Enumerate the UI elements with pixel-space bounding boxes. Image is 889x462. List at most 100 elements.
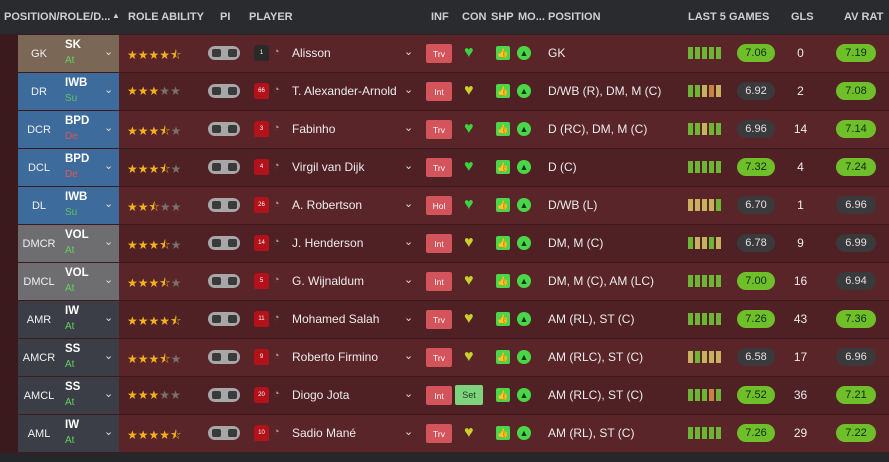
col-avrat[interactable]: AV RAT: [844, 11, 883, 23]
form-rating: 7.32: [737, 158, 775, 176]
star-icon: ⯪: [159, 162, 171, 176]
player-name[interactable]: G. Wijnaldum: [292, 274, 364, 288]
position-cell[interactable]: AMCL SS At ⌄: [18, 377, 119, 414]
player-instructions-toggle[interactable]: [208, 350, 240, 364]
player-instructions-toggle[interactable]: [208, 388, 240, 402]
triangle-up-icon[interactable]: ▲: [112, 11, 120, 20]
morale-up-icon: ▲: [517, 388, 531, 402]
game-rating-bar: [702, 161, 707, 173]
game-rating-bar: [716, 389, 721, 401]
col-inf[interactable]: INF: [431, 11, 449, 23]
average-rating: 6.96: [836, 348, 876, 366]
chevron-down-icon[interactable]: ⌄: [104, 83, 113, 96]
player-instructions-toggle[interactable]: [208, 160, 240, 174]
player-name[interactable]: T. Alexander-Arnold: [292, 84, 397, 98]
player-instructions-toggle[interactable]: [208, 84, 240, 98]
col-position[interactable]: POSITION/ROLE/D...: [4, 11, 110, 23]
position-cell[interactable]: AML IW At ⌄: [18, 415, 119, 452]
player-instructions-toggle[interactable]: [208, 274, 240, 288]
table-row[interactable]: AMR IW At ⌄ ★★★★⯪ 11 ◔ Mohamed Salah ⌄ Trv ♥ 👍 ▲ AM (…: [0, 301, 889, 339]
col-pi[interactable]: PI: [220, 11, 230, 23]
position-cell[interactable]: DL IWB Su ⌄: [18, 187, 119, 224]
player-name[interactable]: J. Henderson: [292, 236, 363, 250]
player-instructions-toggle[interactable]: [208, 236, 240, 250]
chevron-down-icon[interactable]: ⌄: [404, 235, 413, 248]
morale-up-icon: ▲: [517, 236, 531, 250]
col-con[interactable]: CON: [462, 11, 486, 23]
col-last5[interactable]: LAST 5 GAMES: [688, 11, 769, 23]
shirt-icon: 66: [254, 83, 269, 99]
chevron-down-icon[interactable]: ⌄: [404, 83, 413, 96]
chevron-down-icon[interactable]: ⌄: [104, 273, 113, 286]
position-cell[interactable]: DMCR VOL At ⌄: [18, 225, 119, 262]
chevron-down-icon[interactable]: ⌄: [104, 425, 113, 438]
player-name[interactable]: Mohamed Salah: [292, 312, 379, 326]
position-cell[interactable]: AMCR SS At ⌄: [18, 339, 119, 376]
player-name[interactable]: Fabinho: [292, 122, 335, 136]
col-shp[interactable]: SHP: [491, 11, 514, 23]
col-gls[interactable]: GLS: [791, 11, 814, 23]
table-row[interactable]: DL IWB Su ⌄ ★★⯪★★ 26 ◔ A. Robertson ⌄ Hol ♥ 👍 ▲ D/WB …: [0, 187, 889, 225]
position-cell[interactable]: DCL BPD De ⌄: [18, 149, 119, 186]
chevron-down-icon[interactable]: ⌄: [104, 197, 113, 210]
player-name[interactable]: Alisson: [292, 46, 331, 60]
position-cell[interactable]: GK SK At ⌄: [18, 35, 119, 72]
table-row[interactable]: DR IWB Su ⌄ ★★★★★ 66 ◔ T. Alexander-Arnold ⌄ Int ♥…: [0, 73, 889, 111]
col-role-ability[interactable]: ROLE ABILITY: [128, 11, 204, 23]
table-row[interactable]: DCR BPD De ⌄ ★★★⯪★ 3 ◔ Fabinho ⌄ Trv ♥ 👍 ▲ D (RC), DM…: [0, 111, 889, 149]
player-name[interactable]: Virgil van Dijk: [292, 160, 364, 174]
chevron-down-icon[interactable]: ⌄: [104, 349, 113, 362]
chevron-down-icon[interactable]: ⌄: [104, 159, 113, 172]
average-rating: 7.08: [836, 82, 876, 100]
table-row[interactable]: AMCR SS At ⌄ ★★★⯪★ 9 ◔ Roberto Firmino ⌄ Trv ♥ 👍 ▲ AM…: [0, 339, 889, 377]
last5-games-bars: [688, 237, 721, 249]
person-icon: ◔: [273, 160, 280, 172]
player-instructions-toggle[interactable]: [208, 122, 240, 136]
person-icon: ◔: [273, 274, 280, 286]
game-rating-bar: [702, 85, 707, 97]
player-name[interactable]: Roberto Firmino: [292, 350, 378, 364]
table-row[interactable]: DMCL VOL At ⌄ ★★★⯪★ 5 ◔ G. Wijnaldum ⌄ Int ♥ 👍 ▲ DM, …: [0, 263, 889, 301]
table-row[interactable]: AMCL SS At ⌄ ★★★★★ 20 ◔ Diogo Jota ⌄ Int Set 👍 ▲ AM (…: [0, 377, 889, 415]
position-cell[interactable]: DR IWB Su ⌄: [18, 73, 119, 110]
player-name[interactable]: Sadio Mané: [292, 426, 356, 440]
position-cell[interactable]: DCR BPD De ⌄: [18, 111, 119, 148]
scrollbar[interactable]: [0, 453, 889, 462]
col-mo[interactable]: MO...: [518, 11, 545, 23]
chevron-down-icon[interactable]: ⌄: [104, 45, 113, 58]
form-rating: 6.70: [737, 196, 775, 214]
player-instructions-toggle[interactable]: [208, 312, 240, 326]
position-label: AML: [27, 427, 51, 440]
chevron-down-icon[interactable]: ⌄: [404, 197, 413, 210]
table-row[interactable]: AML IW At ⌄ ★★★★⯪ 10 ◔ Sadio Mané ⌄ Trv ♥ 👍 ▲ AM (RL)…: [0, 415, 889, 453]
col-position-detail[interactable]: POSITION: [548, 11, 601, 23]
chevron-down-icon[interactable]: ⌄: [404, 273, 413, 286]
chevron-down-icon[interactable]: ⌄: [104, 311, 113, 324]
info-badge: Trv: [426, 310, 452, 329]
table-row[interactable]: GK SK At ⌄ ★★★★⯪ 1 ◔ Alisson ⌄ Trv ♥ 👍 ▲ GK 7.06 0 7.19: [0, 35, 889, 73]
player-name[interactable]: Diogo Jota: [292, 388, 349, 402]
chevron-down-icon[interactable]: ⌄: [104, 387, 113, 400]
chevron-down-icon[interactable]: ⌄: [404, 121, 413, 134]
position-cell[interactable]: DMCL VOL At ⌄: [18, 263, 119, 300]
chevron-down-icon[interactable]: ⌄: [404, 311, 413, 324]
chevron-down-icon[interactable]: ⌄: [404, 159, 413, 172]
role-label: VOL: [65, 229, 89, 241]
last5-games-bars: [688, 85, 721, 97]
player-instructions-toggle[interactable]: [208, 46, 240, 60]
player-instructions-toggle[interactable]: [208, 426, 240, 440]
chevron-down-icon[interactable]: ⌄: [404, 425, 413, 438]
player-instructions-toggle[interactable]: [208, 198, 240, 212]
condition-badge: Set: [455, 385, 483, 405]
chevron-down-icon[interactable]: ⌄: [404, 387, 413, 400]
chevron-down-icon[interactable]: ⌄: [404, 349, 413, 362]
chevron-down-icon[interactable]: ⌄: [104, 235, 113, 248]
duty-label: De: [65, 169, 78, 180]
chevron-down-icon[interactable]: ⌄: [104, 121, 113, 134]
position-cell[interactable]: AMR IW At ⌄: [18, 301, 119, 338]
table-row[interactable]: DCL BPD De ⌄ ★★★⯪★ 4 ◔ Virgil van Dijk ⌄ Trv ♥ 👍 ▲ D …: [0, 149, 889, 187]
chevron-down-icon[interactable]: ⌄: [404, 45, 413, 58]
player-name[interactable]: A. Robertson: [292, 198, 362, 212]
table-row[interactable]: DMCR VOL At ⌄ ★★★⯪★ 14 ◔ J. Henderson ⌄ Int ♥ 👍 ▲ DM,…: [0, 225, 889, 263]
col-player[interactable]: PLAYER: [249, 11, 293, 23]
